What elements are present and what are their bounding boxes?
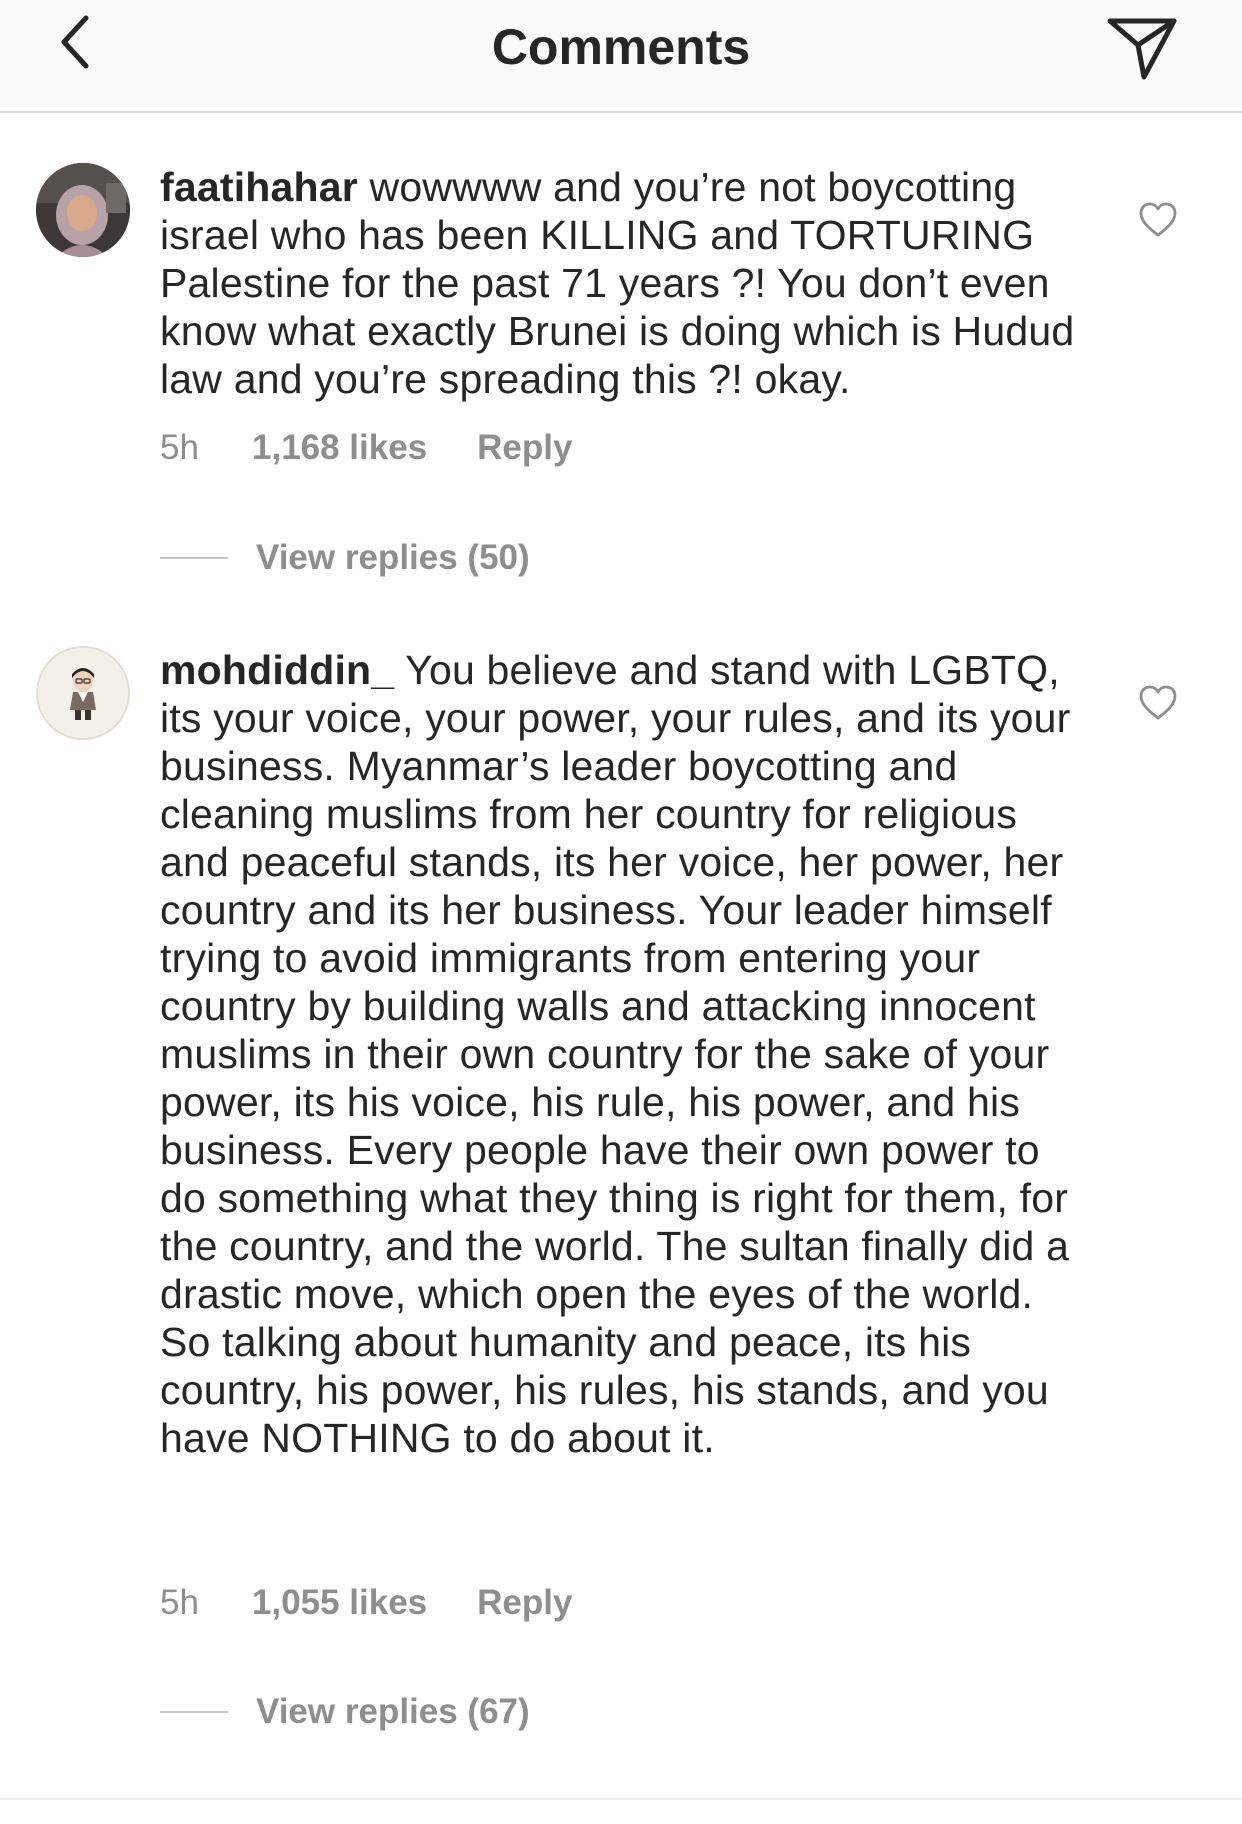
view-replies-label: View replies (50) — [256, 538, 530, 577]
reply-button[interactable]: Reply — [477, 428, 572, 468]
avatar[interactable] — [36, 163, 130, 257]
share-button[interactable] — [1100, 6, 1184, 90]
avatar[interactable] — [36, 646, 130, 740]
divider — [0, 1798, 1242, 1800]
paper-plane-icon — [1107, 18, 1177, 80]
page-title: Comments — [491, 19, 751, 75]
view-replies-button[interactable]: View replies (67) — [160, 1690, 530, 1734]
heart-icon — [1139, 202, 1177, 237]
header-bar: Comments — [0, 0, 1242, 113]
comment-username[interactable]: faatihahar — [160, 164, 358, 210]
comment-body: mohdiddin_ You believe and stand with LG… — [160, 646, 1090, 1462]
comment-time: 5h — [160, 1583, 199, 1622]
like-button[interactable] — [1138, 684, 1178, 722]
comment-text: You believe and stand with LGBTQ, its yo… — [160, 647, 1071, 1461]
comment-username[interactable]: mohdiddin_ — [160, 647, 394, 693]
comment-meta: 5h 1,055 likes Reply — [160, 1583, 572, 1623]
comment-meta: 5h 1,168 likes Reply — [160, 428, 572, 468]
user-photo — [36, 163, 130, 257]
replies-divider-line — [160, 1711, 228, 1713]
view-replies-button[interactable]: View replies (50) — [160, 536, 530, 580]
heart-icon — [1139, 685, 1177, 720]
comment-likes[interactable]: 1,055 likes — [252, 1583, 427, 1623]
view-replies-label: View replies (67) — [256, 1692, 530, 1731]
like-button[interactable] — [1138, 201, 1178, 239]
reply-button[interactable]: Reply — [477, 1583, 572, 1623]
replies-divider-line — [160, 557, 228, 559]
comment-likes[interactable]: 1,168 likes — [252, 428, 427, 468]
cartoon-avatar-image — [38, 648, 128, 738]
comment-body: faatihahar wowwww and you’re not boycott… — [160, 163, 1090, 403]
comment-time: 5h — [160, 428, 199, 467]
